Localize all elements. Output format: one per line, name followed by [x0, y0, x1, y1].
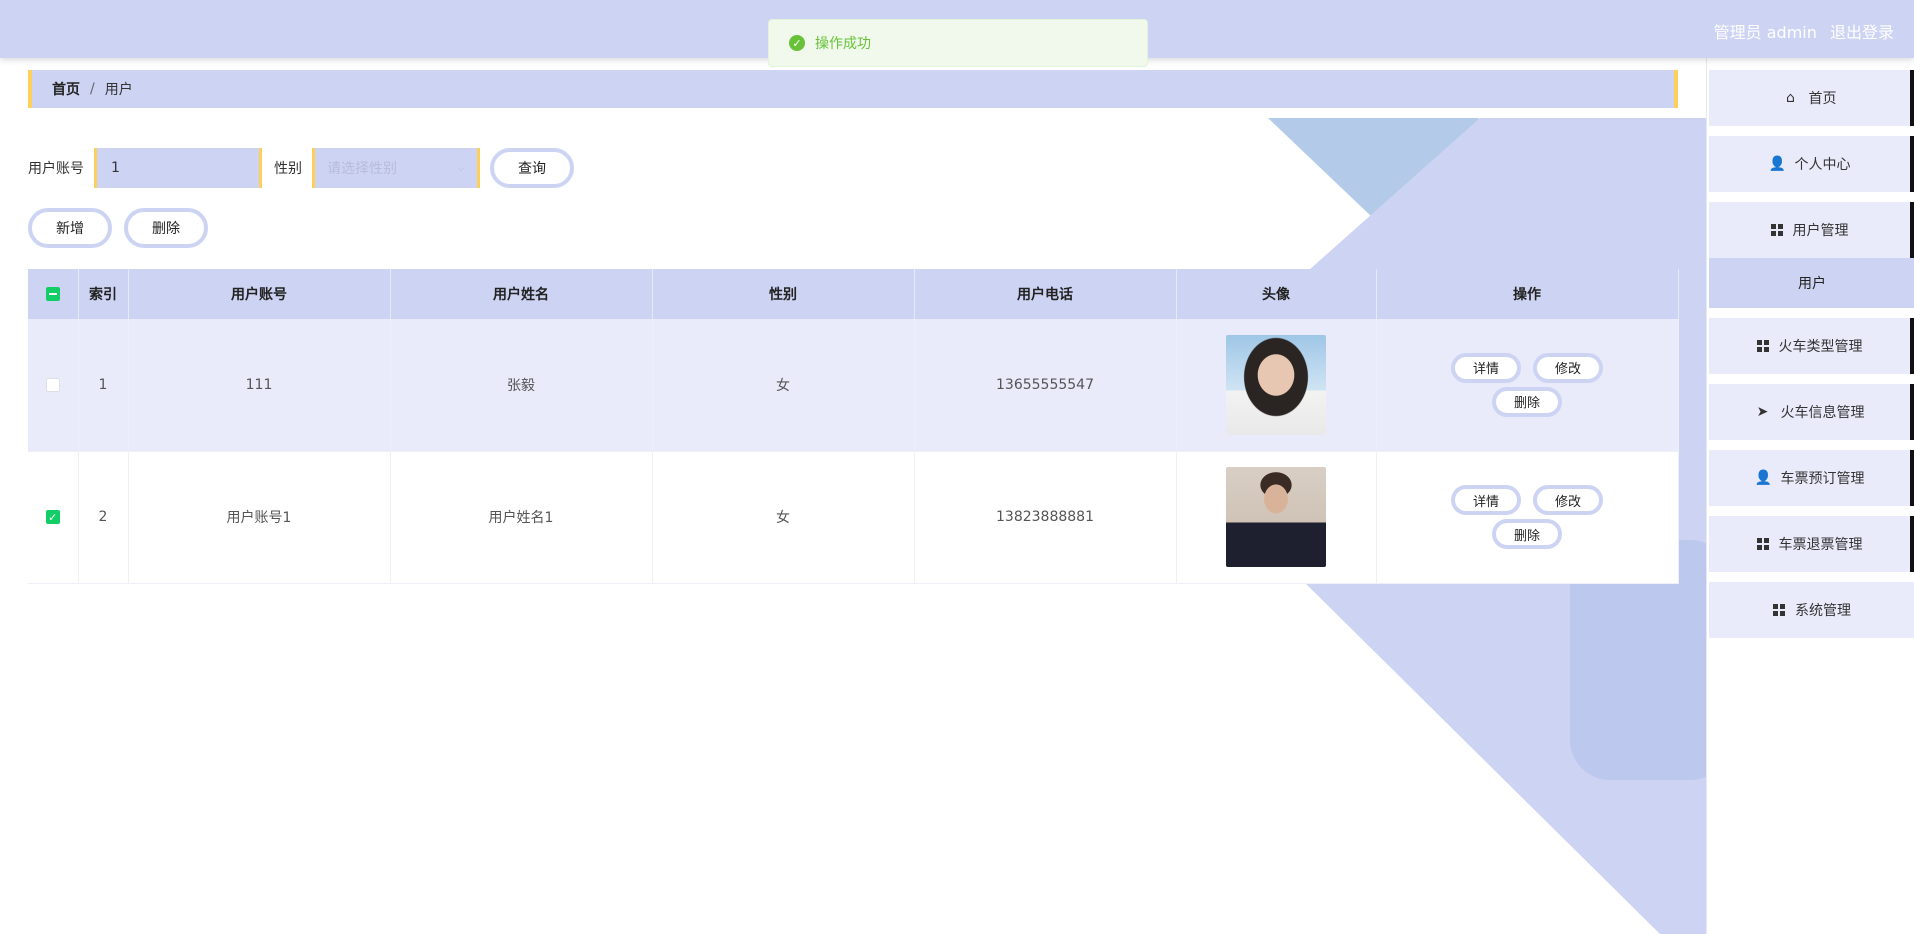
user-icon: 👤: [1768, 156, 1786, 172]
cell-index: 2: [78, 451, 129, 584]
delete-button[interactable]: 删除: [1491, 386, 1562, 417]
header-index: 索引: [78, 269, 129, 319]
sidebar-item-user-management[interactable]: 用户管理: [1709, 202, 1914, 258]
avatar: [1226, 334, 1326, 435]
edit-button[interactable]: 修改: [1533, 485, 1604, 515]
cell-account: 用户账号1: [128, 451, 391, 584]
avatar: [1226, 467, 1326, 567]
cell-index: 1: [78, 319, 129, 452]
row-checkbox[interactable]: ✓: [45, 510, 60, 524]
cell-name: 张毅: [390, 319, 653, 452]
user-icon: 👤: [1754, 470, 1772, 486]
sidebar-item-label: 车票退票管理: [1778, 537, 1863, 553]
background-triangle: [1268, 118, 1708, 278]
sidebar-menu: ⌂ 首页 👤 个人中心 用户管理 用户 火车类型管理 ➤ 火车信息管理 👤 车票…: [1706, 58, 1914, 934]
toast-message: 操作成功: [815, 36, 871, 52]
action-bar: 新增 删除: [28, 208, 208, 248]
table-row[interactable]: 1 111 张毅 女 13655555547 详情 修改 删除: [28, 319, 1679, 452]
check-circle-icon: ✓: [789, 35, 805, 51]
cell-actions: 详情 修改 删除: [1376, 319, 1679, 452]
edit-button[interactable]: 修改: [1533, 352, 1604, 383]
sidebar-item-train-info[interactable]: ➤ 火车信息管理: [1709, 384, 1914, 440]
row-checkbox[interactable]: [45, 377, 60, 392]
account-input[interactable]: [94, 148, 262, 188]
cell-sex: 女: [652, 319, 915, 452]
user-area: 管理员 admin 退出登录: [1706, 19, 1894, 43]
row-select-cell[interactable]: ✓: [28, 451, 79, 584]
sidebar-item-profile[interactable]: 👤 个人中心: [1709, 136, 1914, 192]
sidebar-item-label: 首页: [1808, 91, 1837, 107]
cell-phone: 13655555547: [914, 319, 1177, 452]
select-all-checkbox[interactable]: [45, 287, 60, 301]
sidebar-item-ticket-refund[interactable]: 车票退票管理: [1709, 516, 1914, 572]
table-header-row: 索引 用户账号 用户姓名 性别 用户电话 头像 操作: [28, 269, 1679, 319]
account-label: 用户账号: [28, 161, 84, 177]
sex-select-placeholder: 请选择性别: [327, 161, 397, 177]
cell-account: 111: [128, 319, 391, 452]
header-avatar: 头像: [1176, 269, 1377, 319]
sidebar-item-label: 车票预订管理: [1780, 471, 1865, 487]
header-sex: 性别: [652, 269, 915, 319]
logout-link[interactable]: 退出登录: [1830, 23, 1894, 42]
sidebar-item-label: 系统管理: [1795, 603, 1851, 619]
table-row[interactable]: ✓ 2 用户账号1 用户姓名1 女 13823888881 详情 修改 删除: [28, 451, 1679, 584]
sidebar-item-ticket-booking[interactable]: 👤 车票预订管理: [1709, 450, 1914, 506]
batch-delete-button[interactable]: 删除: [124, 208, 208, 248]
sidebar-item-home[interactable]: ⌂ 首页: [1709, 70, 1914, 126]
sidebar-item-label: 火车类型管理: [1778, 339, 1863, 355]
detail-button[interactable]: 详情: [1450, 352, 1521, 383]
sex-select[interactable]: 请选择性别 ⌵: [312, 148, 480, 188]
grid-icon: [1770, 224, 1783, 236]
send-icon: ➤: [1756, 404, 1769, 420]
sidebar-item-label: 个人中心: [1794, 157, 1851, 173]
cell-avatar: [1176, 451, 1377, 584]
header-account: 用户账号: [128, 269, 391, 319]
sidebar-item-train-type[interactable]: 火车类型管理: [1709, 318, 1914, 374]
grid-icon: [1756, 538, 1769, 550]
breadcrumb-home[interactable]: 首页: [52, 79, 80, 99]
add-button[interactable]: 新增: [28, 208, 112, 248]
success-toast: ✓ 操作成功: [768, 19, 1148, 67]
header-name: 用户姓名: [390, 269, 653, 319]
header-phone: 用户电话: [914, 269, 1177, 319]
search-form: 用户账号 性别 请选择性别 ⌵ 查询: [28, 148, 574, 188]
delete-button[interactable]: 删除: [1491, 519, 1562, 549]
cell-sex: 女: [652, 451, 915, 584]
row-select-cell[interactable]: [28, 319, 79, 452]
breadcrumb-current: 用户: [104, 82, 133, 98]
cell-name: 用户姓名1: [390, 451, 653, 584]
sidebar-item-label: 用户管理: [1792, 223, 1849, 239]
header-actions: 操作: [1376, 269, 1679, 319]
chevron-down-icon: ⌵: [457, 162, 465, 174]
sidebar-item-label: 火车信息管理: [1780, 405, 1865, 421]
cell-actions: 详情 修改 删除: [1376, 451, 1679, 584]
grid-icon: [1773, 604, 1785, 616]
sex-label: 性别: [274, 161, 302, 177]
cell-avatar: [1176, 319, 1377, 452]
breadcrumb: 首页 / 用户: [28, 70, 1678, 108]
sidebar-subitem-label: 用户: [1798, 276, 1826, 292]
breadcrumb-separator: /: [90, 81, 95, 97]
detail-button[interactable]: 详情: [1450, 485, 1521, 515]
cell-phone: 13823888881: [914, 451, 1177, 584]
sidebar-subitem-user[interactable]: 用户: [1709, 258, 1914, 308]
user-label: 管理员 admin: [1713, 23, 1817, 42]
select-all-cell[interactable]: [28, 269, 79, 319]
query-button[interactable]: 查询: [490, 148, 574, 188]
sidebar-item-system[interactable]: 系统管理: [1709, 582, 1914, 638]
grid-icon: [1756, 340, 1769, 352]
home-icon: ⌂: [1786, 90, 1795, 106]
user-table: 索引 用户账号 用户姓名 性别 用户电话 头像 操作 1 111 张毅 女 13…: [28, 269, 1679, 584]
